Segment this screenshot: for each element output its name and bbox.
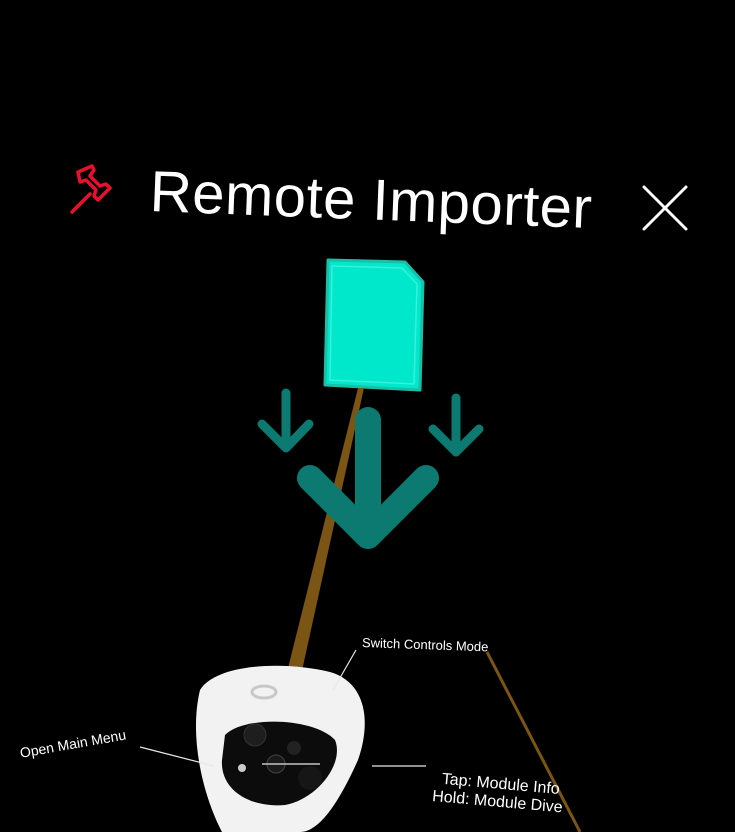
arrow-down-icon: [257, 388, 484, 549]
pushpin-icon[interactable]: [60, 160, 120, 220]
document-icon: [323, 258, 425, 392]
close-icon[interactable]: [637, 180, 693, 236]
vr-scene: [139, 258, 582, 832]
vr-controller: [195, 665, 365, 832]
